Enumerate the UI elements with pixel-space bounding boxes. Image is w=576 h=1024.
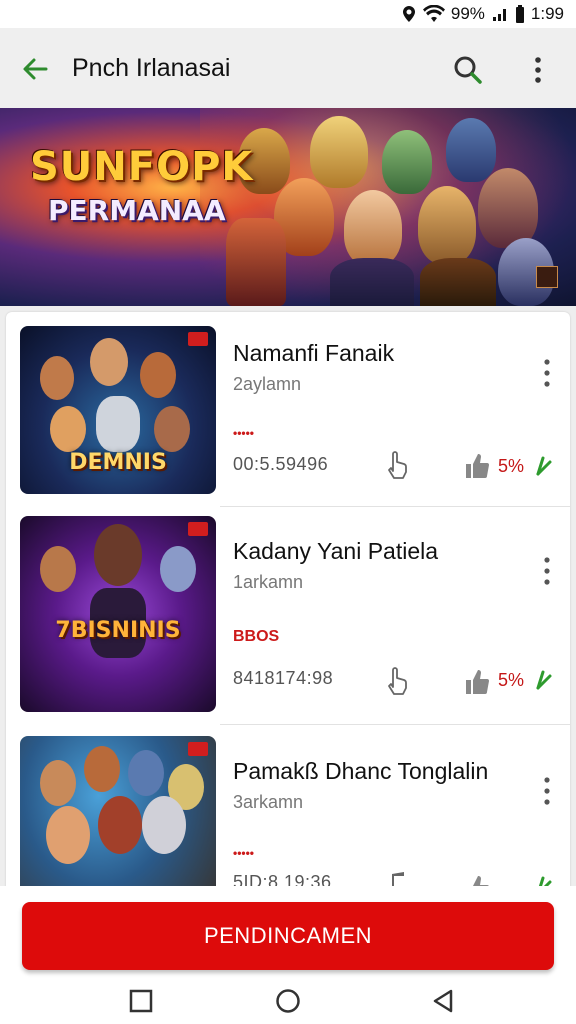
- thumb-figure: [90, 338, 128, 386]
- list-item[interactable]: 7BISNINIS Kadany Yani Patiela 1arkamn BB…: [6, 502, 570, 712]
- banner-hero: [382, 130, 432, 194]
- item-name: Kadany Yani Patiela: [233, 538, 439, 564]
- tap-hand-icon[interactable]: [384, 666, 410, 696]
- item-name: Pamakß Dhanc Tonglalin: [233, 758, 489, 784]
- thumb-badge: [188, 332, 208, 346]
- banner-title-line2: PERMANAA: [48, 194, 226, 227]
- banner-hero: [310, 116, 368, 188]
- battery-text: 99%: [450, 4, 485, 23]
- thumb-figure: [50, 406, 86, 452]
- location-icon: [402, 6, 415, 22]
- thumb-badge: [188, 742, 208, 756]
- thumb-figure: [154, 406, 190, 452]
- item-subtitle: 1arkamn: [233, 572, 304, 592]
- thumbs-up-icon[interactable]: [464, 668, 490, 696]
- thumb-figure: [40, 760, 76, 806]
- item-menu-icon[interactable]: [540, 776, 554, 806]
- tap-hand-icon[interactable]: [384, 450, 410, 480]
- banner-corner-badge: [536, 266, 558, 288]
- home-icon[interactable]: [275, 988, 301, 1014]
- signal-icon: [492, 9, 506, 21]
- banner-hero: [446, 118, 496, 182]
- item-thumbnail[interactable]: 7BISNINIS: [20, 516, 216, 712]
- banner-hero: [226, 218, 286, 306]
- banner-hero: [418, 186, 476, 264]
- battery-icon: [515, 5, 524, 23]
- thumb-figure: [96, 396, 140, 452]
- thumb-figure: [84, 746, 120, 792]
- item-tag: BBOS: [233, 628, 280, 645]
- item-tag: •••••: [233, 426, 255, 440]
- thumb-caption: DEMNIS: [69, 450, 167, 475]
- thumb-badge: [188, 522, 208, 536]
- thumb-caption: 7BISNINIS: [55, 618, 181, 643]
- item-name: Namanfi Fanaik: [233, 340, 395, 366]
- promo-banner[interactable]: SUNFOPK PERMANAA: [0, 108, 576, 306]
- game-list: DEMNIS Namanfi Fanaik 2aylamn ••••• 00:5…: [6, 312, 570, 892]
- banner-hero: [330, 258, 414, 306]
- list-item[interactable]: Pamakß Dhanc Tonglalin 3arkamn ••••• 5ID…: [6, 722, 570, 892]
- thumb-figure: [140, 352, 176, 398]
- page-title: Pnch Irlanasai: [72, 54, 231, 82]
- recent-apps-icon[interactable]: [128, 988, 154, 1014]
- item-code: 00:5.59496: [233, 454, 329, 474]
- system-nav-bar: [0, 978, 576, 1024]
- back-nav-icon[interactable]: [430, 988, 456, 1014]
- thumb-figure: [142, 796, 186, 854]
- thumb-figure: [40, 356, 74, 400]
- thumb-figure: [160, 546, 196, 592]
- thumbs-up-icon[interactable]: [464, 452, 490, 480]
- app-bar: Pnch Irlanasai: [0, 28, 576, 108]
- item-thumbnail[interactable]: DEMNIS: [20, 326, 216, 494]
- chevron-right-icon[interactable]: [534, 452, 556, 478]
- banner-title-line1: SUNFOPK: [30, 144, 254, 190]
- item-tag: •••••: [233, 846, 255, 860]
- banner-hero: [344, 190, 402, 266]
- chevron-right-icon[interactable]: [534, 666, 556, 692]
- item-menu-icon[interactable]: [540, 358, 554, 388]
- thumb-figure: [40, 546, 76, 592]
- item-percent: 5%: [498, 670, 525, 690]
- thumb-figure: [94, 524, 142, 586]
- thumb-figure: [128, 750, 164, 796]
- clock-text: 1:99: [530, 4, 564, 23]
- item-subtitle: 2aylamn: [233, 374, 302, 394]
- list-item[interactable]: DEMNIS Namanfi Fanaik 2aylamn ••••• 00:5…: [6, 312, 570, 512]
- wifi-icon: [422, 5, 445, 22]
- back-arrow-icon[interactable]: [20, 54, 50, 84]
- status-bar: 99% 1:99: [0, 0, 576, 28]
- search-icon[interactable]: [452, 54, 484, 86]
- thumb-figure: [46, 806, 90, 864]
- item-subtitle: 3arkamn: [233, 792, 304, 812]
- primary-action-button[interactable]: PENDINCAMEN: [22, 902, 554, 970]
- banner-hero: [478, 168, 538, 248]
- item-percent: 5%: [498, 456, 525, 476]
- item-menu-icon[interactable]: [540, 556, 554, 586]
- banner-hero: [420, 258, 496, 306]
- item-code: 8418174:98: [233, 668, 334, 688]
- more-options-icon[interactable]: [528, 54, 548, 86]
- thumb-figure: [98, 796, 142, 854]
- item-thumbnail[interactable]: [20, 736, 216, 892]
